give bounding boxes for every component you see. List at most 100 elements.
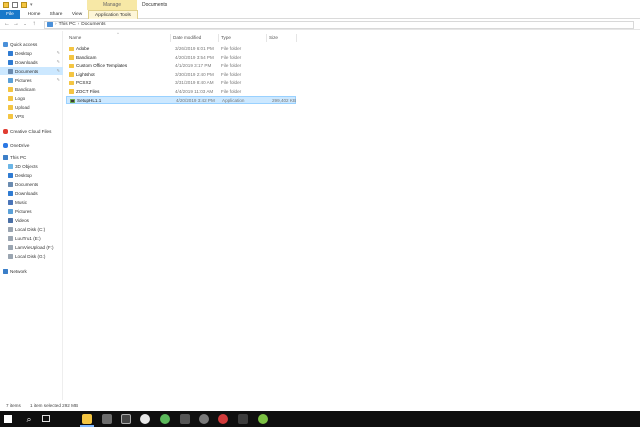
start-windows-icon[interactable] — [4, 415, 12, 423]
app-icon[interactable] — [121, 414, 131, 424]
file-row-custom-office-templates[interactable]: Custom Office Templates 4/1/2019 3:17 PM… — [66, 62, 296, 70]
sidebar-item-network[interactable]: Network — [3, 267, 66, 275]
folder-icon — [69, 80, 74, 85]
file-row-bandicam[interactable]: Bandicam 4/20/2019 3:54 PM File folder — [66, 54, 296, 62]
file-date: 3/30/2019 2:40 PM — [175, 71, 214, 77]
tab-view[interactable]: View — [68, 10, 86, 19]
sidebar-item-quick-access[interactable]: Quick access — [3, 40, 66, 48]
sidebar-label: Desktop — [15, 50, 32, 56]
new-folder-icon[interactable] — [21, 2, 27, 8]
file-row-adobe[interactable]: Adobe 3/26/2019 6:01 PM File folder — [66, 45, 296, 53]
sidebar-item-lamvieupload-f[interactable]: LamVieUpload (F:) — [0, 243, 63, 251]
forward-arrow-icon[interactable]: → — [12, 20, 20, 28]
file-date: 4/20/2019 3:42 PM — [176, 98, 215, 103]
tab-application-tools[interactable]: Application Tools — [88, 10, 138, 19]
tab-share[interactable]: Share — [46, 10, 66, 19]
sidebar-label: LuuTru1 (E:) — [15, 235, 41, 241]
documents-icon — [8, 68, 13, 74]
sidebar-item-videos[interactable]: Videos — [0, 216, 63, 224]
sidebar-label: Downloads — [15, 190, 38, 196]
sidebar-item-local-disk-c[interactable]: Local Disk (C:) — [0, 225, 63, 233]
sidebar-label: Logo — [15, 95, 26, 101]
file-name: ZOCT Files — [76, 88, 100, 94]
sidebar-label: LamVieUpload (F:) — [15, 244, 54, 250]
chrome-icon[interactable] — [140, 414, 150, 424]
status-item-count: 7 items — [6, 403, 21, 408]
star-icon — [3, 41, 8, 47]
sidebar-item-pc-pictures[interactable]: Pictures — [0, 207, 63, 215]
back-arrow-icon[interactable]: ← — [3, 20, 11, 28]
sidebar-item-downloads[interactable]: Downloads ✎ — [0, 58, 63, 66]
file-row-pcsx2[interactable]: PCSX2 3/31/2019 8:40 AM File folder — [66, 79, 296, 87]
sidebar-label: Desktop — [15, 172, 32, 178]
file-explorer-icon[interactable] — [82, 414, 92, 424]
downloads-icon — [8, 190, 13, 196]
sidebar-item-luutru-e[interactable]: LuuTru1 (E:) — [0, 234, 63, 242]
sidebar-item-upload[interactable]: Upload — [0, 103, 63, 111]
app-window-icon[interactable] — [238, 414, 248, 424]
app-red-icon[interactable] — [218, 414, 228, 424]
app-gray-icon[interactable] — [199, 414, 209, 424]
app-lime-icon[interactable] — [258, 414, 268, 424]
file-row-setuphl[interactable]: SetupHL1.1 4/20/2019 3:42 PM Application… — [66, 96, 296, 104]
pin-icon: ✎ — [56, 77, 60, 82]
app-dark-icon[interactable] — [180, 414, 190, 424]
sidebar-label: Downloads — [15, 59, 38, 65]
search-icon[interactable]: ⌕ — [24, 414, 34, 424]
breadcrumb-documents[interactable]: Documents — [81, 22, 105, 27]
sidebar-label: 3D Objects — [15, 163, 38, 169]
sidebar-item-this-pc[interactable]: This PC — [3, 153, 66, 161]
file-name: Lightshot — [76, 71, 95, 77]
sidebar-item-pc-desktop[interactable]: Desktop — [0, 171, 63, 179]
store-icon[interactable] — [102, 414, 112, 424]
sidebar-item-local-disk-g[interactable]: Local Disk (G:) — [0, 252, 63, 260]
column-header-name[interactable]: Name — [67, 34, 171, 42]
address-bar[interactable]: › This PC › Documents — [44, 20, 634, 29]
properties-icon[interactable] — [12, 2, 18, 8]
folder-icon — [8, 104, 13, 110]
file-type: File folder — [221, 71, 242, 77]
breadcrumb-this-pc[interactable]: This PC — [59, 22, 76, 27]
folder-icon — [8, 95, 13, 101]
sidebar-item-bandicam[interactable]: Bandicam — [0, 85, 63, 93]
file-date: 4/4/2019 11:03 AM — [175, 88, 214, 94]
file-row-zoct-files[interactable]: ZOCT Files 4/4/2019 11:03 AM File folder — [66, 88, 296, 96]
column-header-date-modified[interactable]: Date modified — [171, 34, 219, 42]
column-headers: ^ Name Date modified Type Size — [64, 31, 304, 42]
file-list: ^ Name Date modified Type Size Adobe 3/2… — [64, 31, 640, 400]
sidebar-label: Network — [10, 268, 27, 274]
column-header-type[interactable]: Type — [219, 34, 267, 42]
ribbon-tabs: File Home Share View Application Tools — [0, 10, 640, 19]
file-type: File folder — [221, 88, 242, 94]
sidebar-item-desktop[interactable]: Desktop ✎ — [0, 49, 63, 57]
sidebar-item-3d-objects[interactable]: 3D Objects — [0, 162, 63, 170]
sidebar-item-pc-downloads[interactable]: Downloads — [0, 189, 63, 197]
customize-toolbar-icon[interactable]: ▾ — [30, 2, 33, 8]
folder-icon[interactable] — [3, 2, 9, 8]
tab-file[interactable]: File — [0, 10, 20, 19]
sidebar-item-pictures[interactable]: Pictures ✎ — [0, 76, 63, 84]
task-view-icon[interactable] — [42, 415, 50, 422]
file-name: Custom Office Templates — [76, 63, 128, 68]
sidebar-label: Local Disk (G:) — [15, 253, 46, 259]
sidebar-item-music[interactable]: Music — [0, 198, 63, 206]
up-arrow-icon[interactable]: ↑ — [30, 20, 38, 28]
column-header-size[interactable]: Size — [267, 34, 297, 42]
file-name: PCSX2 — [76, 80, 92, 85]
file-row-lightshot[interactable]: Lightshot 3/30/2019 2:40 PM File folder — [66, 71, 296, 79]
pin-icon: ✎ — [56, 68, 60, 73]
sidebar-item-creative-cloud[interactable]: Creative Cloud Files — [3, 127, 66, 135]
sidebar-item-vps[interactable]: VPS — [0, 112, 63, 120]
sidebar-item-pc-documents[interactable]: Documents — [0, 180, 63, 188]
sidebar-item-onedrive[interactable]: OneDrive — [3, 141, 66, 149]
folder-icon — [8, 113, 13, 119]
sidebar-item-logo[interactable]: Logo — [0, 94, 63, 102]
pin-icon: ✎ — [56, 59, 60, 64]
tab-home[interactable]: Home — [24, 10, 44, 19]
app-green-icon[interactable] — [160, 414, 170, 424]
folder-icon — [8, 86, 13, 92]
recent-locations-icon[interactable]: ⌄ — [21, 20, 29, 28]
computer-icon — [3, 154, 8, 160]
title-bar: ▾ Manage Documents — [0, 0, 640, 10]
sidebar-item-documents[interactable]: Documents ✎ — [0, 67, 63, 75]
